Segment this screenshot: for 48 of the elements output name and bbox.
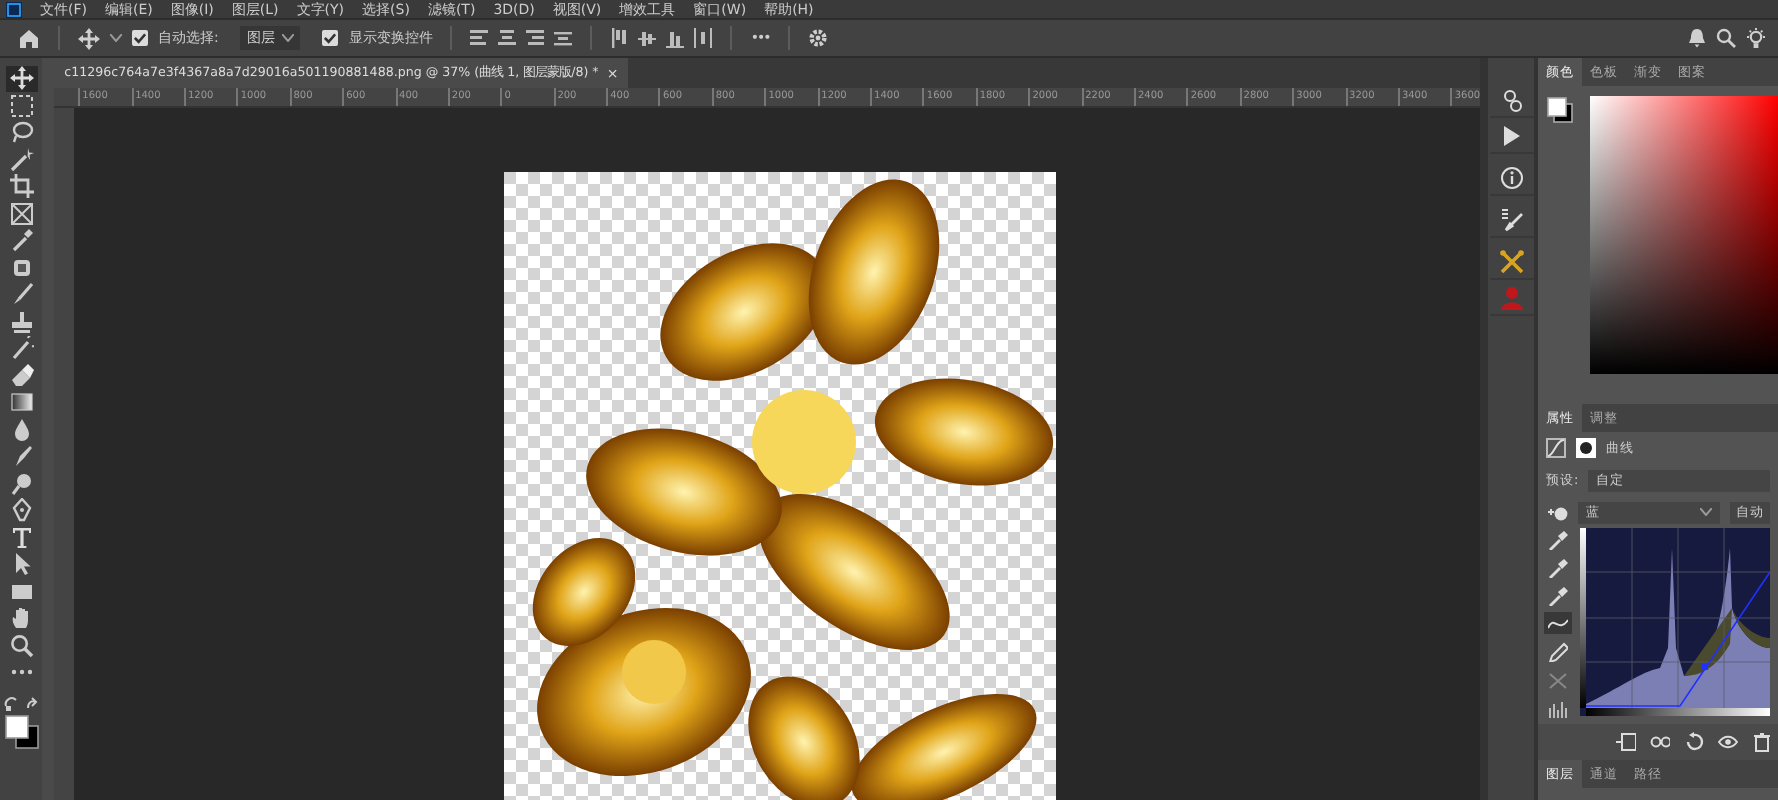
home-icon[interactable] (18, 28, 40, 48)
align-icon[interactable] (526, 28, 545, 48)
color-picker-field[interactable] (1590, 96, 1778, 374)
crop-tool-icon[interactable] (5, 174, 38, 199)
align-icon[interactable] (498, 28, 517, 48)
search-icon[interactable] (1716, 28, 1736, 48)
marquee-tool-icon[interactable] (5, 93, 38, 118)
move-tool-icon[interactable] (5, 66, 38, 91)
brush-settings-icon[interactable] (1499, 207, 1524, 231)
pencil-icon[interactable] (1548, 641, 1568, 661)
app-logo-icon (6, 1, 22, 17)
caret-icon (282, 34, 295, 42)
eyedropper-icon[interactable] (1548, 585, 1568, 605)
reset-icon[interactable] (1684, 732, 1704, 752)
gradient-tool-icon[interactable] (5, 390, 38, 415)
eyedropper-icon[interactable] (1548, 529, 1568, 549)
visibility-icon[interactable] (1718, 732, 1738, 752)
wand-tool-icon[interactable] (5, 147, 38, 172)
distribute-icon[interactable] (610, 28, 629, 48)
frame-tool-icon[interactable] (5, 201, 38, 226)
checkbox[interactable] (132, 30, 148, 46)
crossed-tools-icon[interactable] (1499, 249, 1524, 273)
align-icon[interactable] (554, 28, 573, 48)
play-icon[interactable] (1499, 123, 1524, 147)
delete-icon[interactable] (1752, 732, 1772, 752)
eyedropper-icon[interactable] (1548, 557, 1568, 577)
bell-icon[interactable] (1688, 28, 1706, 48)
distribute-icon[interactable] (694, 28, 713, 48)
distribute-icon[interactable] (666, 28, 685, 48)
lightbulb-icon[interactable] (1746, 27, 1766, 49)
color-swatches-icon[interactable] (3, 713, 40, 749)
view-previous-icon[interactable] (1650, 732, 1670, 752)
zoom-tool-icon[interactable] (5, 633, 38, 658)
curves-adjustment-icon (1546, 438, 1566, 458)
distribute-icon[interactable] (638, 28, 657, 48)
info-icon[interactable] (1499, 165, 1524, 189)
layer-mask-icon (1576, 438, 1596, 458)
caret-icon (1700, 508, 1712, 516)
curves-graph[interactable] (1580, 528, 1770, 716)
align-icon[interactable] (470, 28, 489, 48)
settings-icon[interactable] (807, 28, 828, 48)
color-swatches-icon[interactable] (1546, 96, 1574, 124)
caret-icon[interactable] (110, 34, 122, 42)
checkbox[interactable] (322, 30, 339, 46)
histogram-warning-icon[interactable] (1548, 697, 1568, 717)
clip-layer-icon[interactable] (1616, 732, 1636, 752)
move-tool-icon[interactable] (78, 27, 100, 49)
swap-colors-icon[interactable] (3, 695, 40, 711)
